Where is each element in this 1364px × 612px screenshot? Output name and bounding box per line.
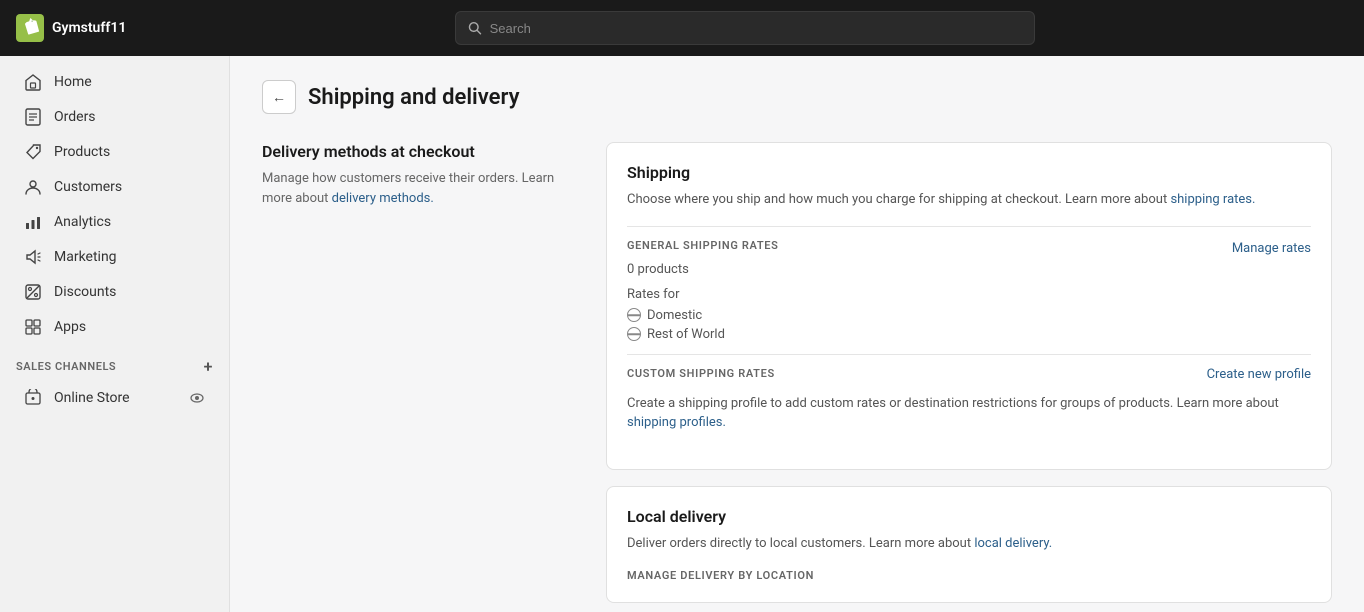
search-icon bbox=[468, 21, 481, 35]
topbar: Gymstuff11 bbox=[0, 0, 1364, 56]
delivery-methods-panel: Delivery methods at checkout Manage how … bbox=[262, 142, 582, 603]
orders-icon bbox=[24, 108, 42, 126]
custom-shipping-label: CUSTOM SHIPPING RATES bbox=[627, 367, 775, 380]
main-content: ← Shipping and delivery Delivery methods… bbox=[230, 56, 1364, 612]
sidebar-item-discounts-label: Discounts bbox=[54, 284, 116, 300]
page-header: ← Shipping and delivery bbox=[262, 80, 1332, 114]
local-delivery-title: Local delivery bbox=[627, 507, 1311, 526]
shipping-profiles-link[interactable]: shipping profiles. bbox=[627, 415, 726, 430]
search-bar[interactable] bbox=[455, 11, 1035, 45]
rates-for-section: Rates for Domestic Rest of World bbox=[627, 287, 1311, 342]
sidebar-item-products[interactable]: Products bbox=[8, 135, 221, 169]
brand-name: Gymstuff11 bbox=[52, 20, 126, 36]
rate-domestic: Domestic bbox=[627, 308, 1311, 323]
search-input[interactable] bbox=[490, 21, 1023, 36]
delivery-methods-desc: Manage how customers receive their order… bbox=[262, 169, 574, 208]
online-store-label: Online Store bbox=[54, 390, 130, 406]
tag-icon bbox=[24, 143, 42, 161]
sidebar-item-apps[interactable]: Apps bbox=[8, 310, 221, 344]
local-delivery-card: Local delivery Deliver orders directly t… bbox=[606, 486, 1332, 604]
sidebar-item-orders[interactable]: Orders bbox=[8, 100, 221, 134]
sidebar-item-customers-label: Customers bbox=[54, 179, 122, 195]
sidebar-item-marketing-label: Marketing bbox=[54, 249, 117, 265]
rate-domestic-label: Domestic bbox=[647, 308, 702, 323]
custom-shipping-desc: Create a shipping profile to add custom … bbox=[627, 394, 1311, 433]
sidebar-item-orders-label: Orders bbox=[54, 109, 96, 125]
chart-icon bbox=[24, 213, 42, 231]
shipping-card-title: Shipping bbox=[627, 163, 1311, 182]
rates-for-label: Rates for bbox=[627, 287, 1311, 302]
shopify-logo bbox=[16, 14, 44, 42]
sidebar-item-marketing[interactable]: Marketing bbox=[8, 240, 221, 274]
back-button[interactable]: ← bbox=[262, 80, 296, 114]
sidebar-item-customers[interactable]: Customers bbox=[8, 170, 221, 204]
sidebar-item-products-label: Products bbox=[54, 144, 110, 160]
page-title: Shipping and delivery bbox=[308, 85, 520, 110]
content-grid: Delivery methods at checkout Manage how … bbox=[262, 142, 1332, 603]
sidebar-item-analytics-label: Analytics bbox=[54, 214, 111, 230]
megaphone-icon bbox=[24, 248, 42, 266]
discount-icon bbox=[24, 283, 42, 301]
home-icon bbox=[24, 73, 42, 91]
add-sales-channel-button[interactable]: + bbox=[204, 357, 213, 376]
rate-rest-of-world-label: Rest of World bbox=[647, 327, 725, 342]
general-shipping-rates-row: GENERAL SHIPPING RATES Manage rates bbox=[627, 239, 1311, 258]
product-count: 0 products bbox=[627, 262, 689, 277]
sidebar-item-online-store[interactable]: Online Store bbox=[8, 381, 221, 415]
local-delivery-link[interactable]: local delivery. bbox=[974, 536, 1052, 551]
layout: Home Orders Products Cu bbox=[0, 56, 1364, 612]
create-new-profile-link[interactable]: Create new profile bbox=[1207, 367, 1311, 382]
globe-world-icon bbox=[627, 327, 641, 341]
delivery-methods-link[interactable]: delivery methods. bbox=[332, 191, 434, 206]
general-shipping-label: GENERAL SHIPPING RATES bbox=[627, 239, 779, 252]
apps-icon bbox=[24, 318, 42, 336]
local-delivery-desc: Deliver orders directly to local custome… bbox=[627, 534, 1311, 554]
sidebar-item-home-label: Home bbox=[54, 74, 92, 90]
sidebar-item-home[interactable]: Home bbox=[8, 65, 221, 99]
rate-rest-of-world: Rest of World bbox=[627, 327, 1311, 342]
custom-shipping-header: CUSTOM SHIPPING RATES Create new profile bbox=[627, 367, 1311, 386]
shipping-card-desc: Choose where you ship and how much you c… bbox=[627, 190, 1311, 210]
sidebar: Home Orders Products Cu bbox=[0, 56, 230, 612]
right-panel: Shipping Choose where you ship and how m… bbox=[606, 142, 1332, 603]
manage-rates-link[interactable]: Manage rates bbox=[1232, 241, 1311, 256]
shipping-card: Shipping Choose where you ship and how m… bbox=[606, 142, 1332, 470]
product-count-row: 0 products bbox=[627, 262, 1311, 277]
manage-delivery-label: MANAGE DELIVERY BY LOCATION bbox=[627, 569, 1311, 582]
eye-icon bbox=[189, 390, 205, 406]
delivery-methods-heading: Delivery methods at checkout bbox=[262, 142, 574, 161]
sidebar-item-apps-label: Apps bbox=[54, 319, 86, 335]
globe-domestic-icon bbox=[627, 308, 641, 322]
sidebar-item-analytics[interactable]: Analytics bbox=[8, 205, 221, 239]
person-icon bbox=[24, 178, 42, 196]
brand: Gymstuff11 bbox=[16, 14, 126, 42]
sidebar-item-discounts[interactable]: Discounts bbox=[8, 275, 221, 309]
sales-channels-section: SALES CHANNELS + bbox=[0, 345, 229, 380]
shipping-rates-link[interactable]: shipping rates. bbox=[1170, 192, 1255, 207]
online-store-icon bbox=[24, 389, 42, 407]
